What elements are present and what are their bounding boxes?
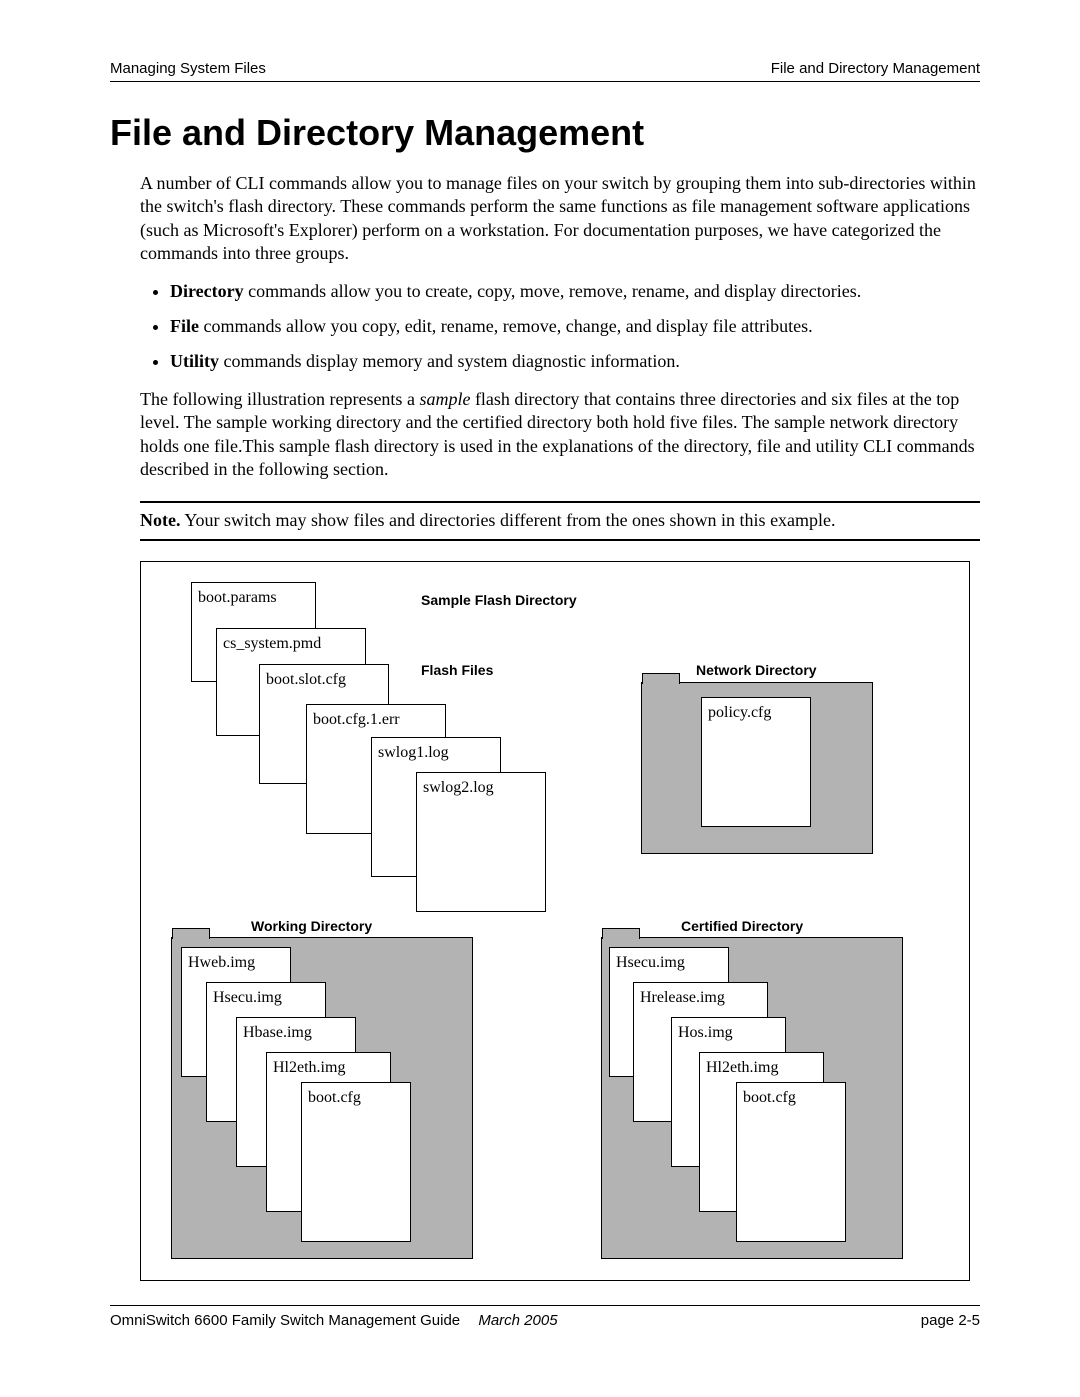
header-left: Managing System Files (110, 60, 266, 77)
certified-file-4: boot.cfg (736, 1082, 846, 1242)
section-title: File and Directory Management (110, 112, 980, 154)
p2-a: The following illustration represents a (140, 389, 419, 409)
flash-file-5: swlog2.log (416, 772, 546, 912)
intro-paragraph: A number of CLI commands allow you to ma… (110, 172, 980, 266)
running-footer: OmniSwitch 6600 Family Switch Management… (110, 1312, 980, 1329)
label-sample-flash: Sample Flash Directory (421, 592, 577, 608)
bullet-utility: Utility commands display memory and syst… (170, 350, 980, 373)
paragraph-2: The following illustration represents a … (110, 388, 980, 482)
label-flash-files: Flash Files (421, 662, 493, 678)
note-text: Your switch may show files and directori… (180, 510, 835, 530)
footer-left: OmniSwitch 6600 Family Switch Management… (110, 1312, 558, 1329)
working-file-4: boot.cfg (301, 1082, 411, 1242)
label-certified: Certified Directory (681, 918, 803, 934)
bullet-directory: Directory commands allow you to create, … (170, 280, 980, 303)
bullet-list: Directory commands allow you to create, … (110, 280, 980, 374)
page-container: Managing System Files File and Directory… (0, 0, 1080, 1369)
running-header: Managing System Files File and Directory… (110, 60, 980, 77)
bullet-bold: Utility (170, 351, 219, 371)
bullet-text: commands display memory and system diagn… (219, 351, 680, 371)
header-right: File and Directory Management (771, 60, 980, 77)
label-working: Working Directory (251, 918, 372, 934)
label-network: Network Directory (696, 662, 817, 678)
note-bold: Note. (140, 510, 180, 530)
footer-rule (110, 1305, 980, 1306)
bullet-text: commands allow you copy, edit, rename, r… (199, 316, 813, 336)
network-file-0: policy.cfg (701, 697, 811, 827)
bullet-text: commands allow you to create, copy, move… (244, 281, 862, 301)
note-block: Note. Your switch may show files and dir… (140, 501, 980, 540)
bullet-file: File commands allow you copy, edit, rena… (170, 315, 980, 338)
bullet-bold: Directory (170, 281, 244, 301)
p2-em: sample (419, 389, 470, 409)
header-rule (110, 81, 980, 82)
flash-directory-diagram: Sample Flash Directory Flash Files boot.… (140, 561, 970, 1281)
footer-page: page 2-5 (921, 1312, 980, 1329)
bullet-bold: File (170, 316, 199, 336)
